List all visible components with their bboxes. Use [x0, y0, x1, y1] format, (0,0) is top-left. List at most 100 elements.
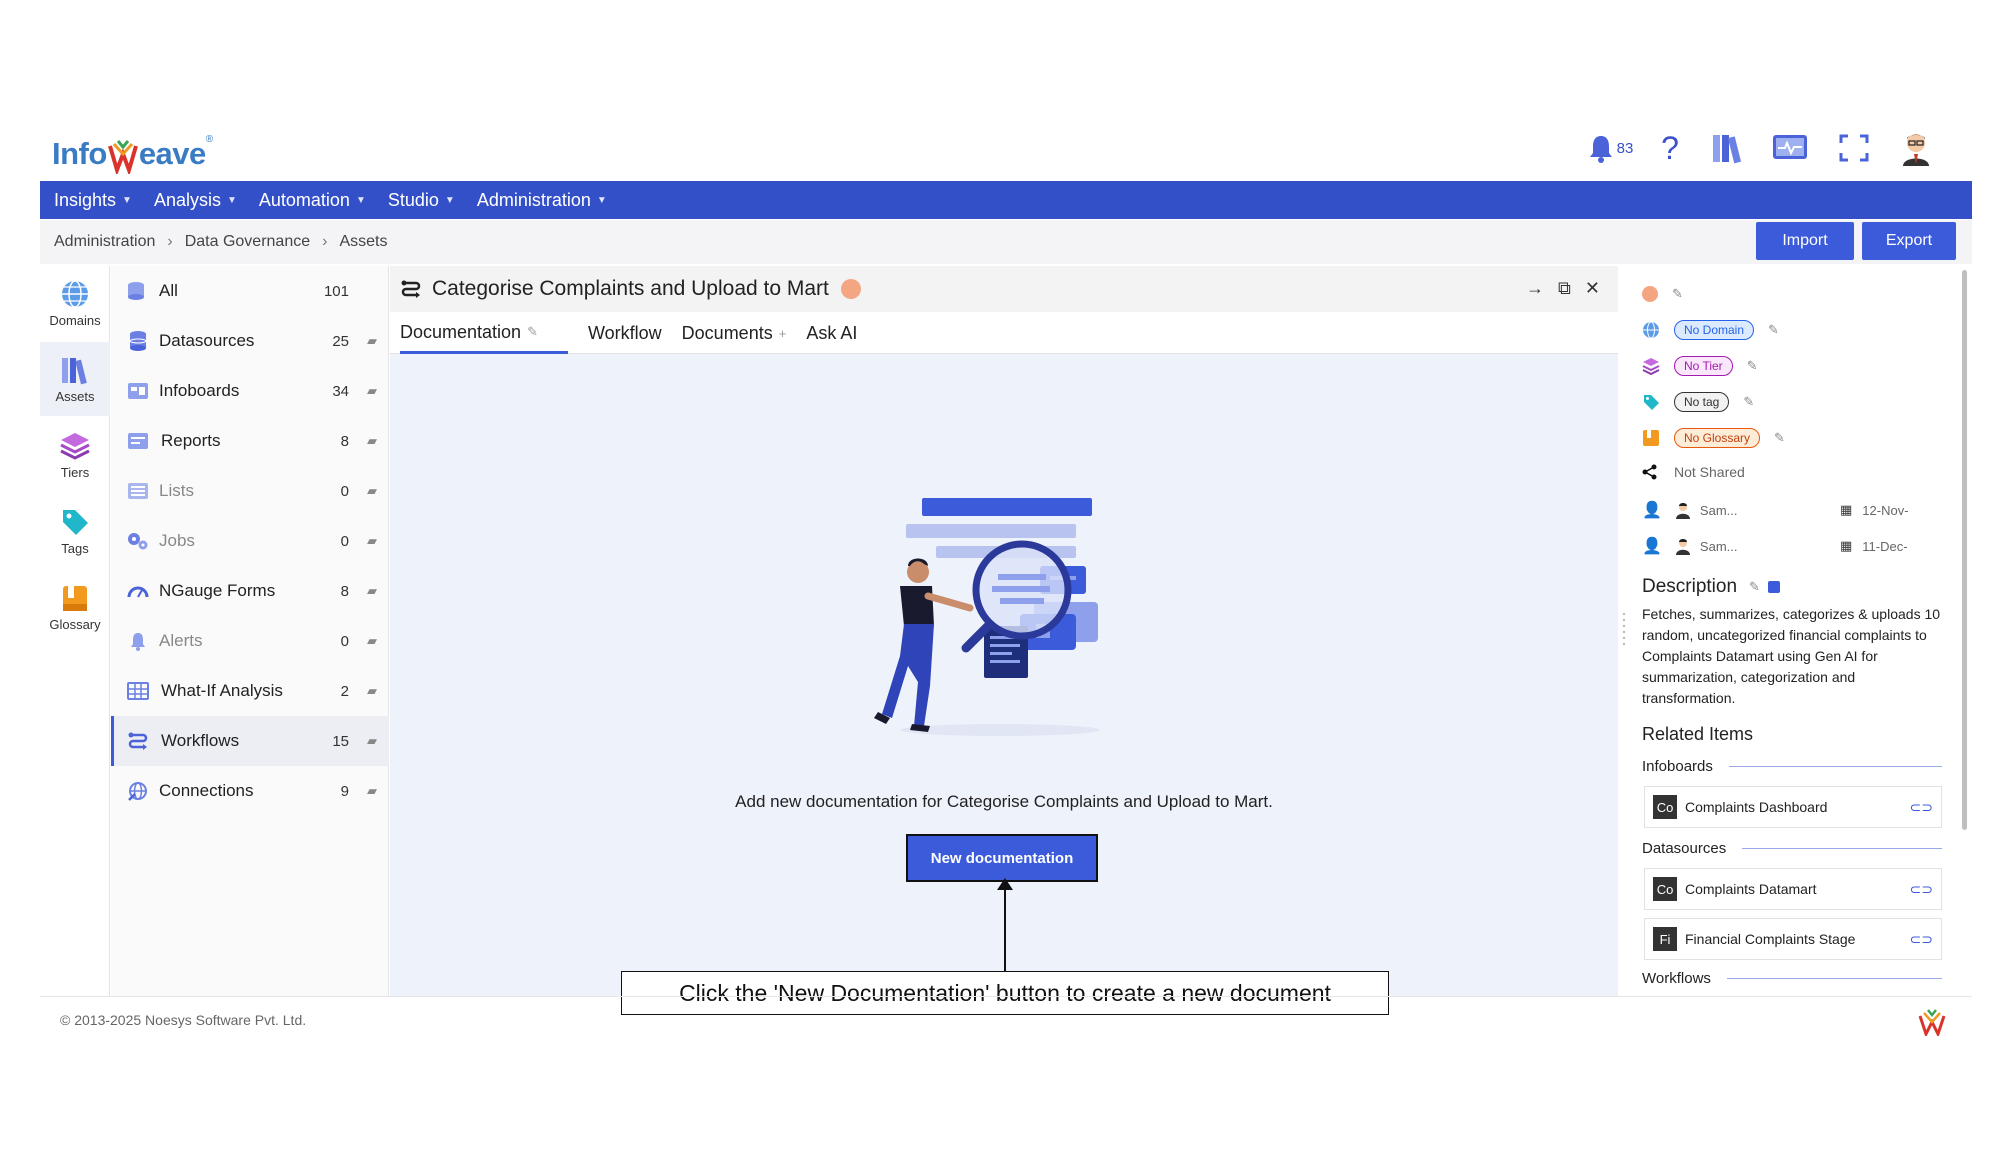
panel-title: Categorise Complaints and Upload to Mart [432, 277, 829, 300]
annotation-arrow-head [997, 878, 1013, 890]
description-heading: Description ✎ [1642, 576, 1780, 598]
item-badge: Fi [1653, 927, 1677, 951]
folder-icon[interactable]: ▰ [367, 433, 377, 449]
folder-icon[interactable]: ▰ [367, 383, 377, 399]
nav-insights[interactable]: Insights ▼ [54, 190, 132, 211]
pencil-icon[interactable]: ✎ [1743, 394, 1754, 410]
folder-icon[interactable]: ▰ [367, 633, 377, 649]
grid-table-icon [125, 682, 151, 700]
arrow-right-icon[interactable]: → [1526, 278, 1544, 299]
related-item-card[interactable]: Fi Financial Complaints Stage ⊂⊃ [1644, 918, 1942, 960]
logo-w-mark [107, 140, 138, 174]
asset-type-all[interactable]: All 101 [111, 266, 389, 316]
notifications-button[interactable]: 83 [1580, 128, 1640, 168]
infoveave-logo[interactable]: Info eave ® [52, 128, 213, 174]
tag-pill[interactable]: No tag [1674, 392, 1730, 412]
properties-scrollbar[interactable] [1962, 270, 1967, 830]
asset-type-datasources[interactable]: Datasources 25 ▰ [111, 316, 389, 366]
tier-pill[interactable]: No Tier [1674, 356, 1733, 376]
tab-workflow[interactable]: Workflow [588, 313, 662, 352]
link-icon[interactable]: ⊂⊃ [1910, 881, 1933, 898]
user-avatar[interactable] [1894, 128, 1938, 168]
nav-analysis[interactable]: Analysis ▼ [154, 190, 237, 211]
asset-type-workflows[interactable]: Workflows 15 ▰ [111, 716, 389, 766]
status-row: ✎ [1642, 286, 1683, 302]
rail-glossary[interactable]: Glossary [40, 570, 110, 644]
breadcrumb-assets[interactable]: Assets [339, 233, 387, 251]
user-add-icon: 👤 [1642, 502, 1662, 519]
open-external-icon[interactable]: ⧉ [1558, 278, 1571, 299]
asset-type-ngauge-forms[interactable]: NGauge Forms 8 ▰ [111, 566, 389, 616]
breadcrumb-data-governance[interactable]: Data Governance [185, 233, 310, 251]
asset-type-jobs[interactable]: Jobs 0 ▰ [111, 516, 389, 566]
globe-icon [1643, 321, 1659, 339]
item-badge: Co [1653, 877, 1677, 901]
folder-icon[interactable]: ▰ [367, 483, 377, 499]
layers-icon [60, 432, 90, 460]
folder-icon[interactable]: ▰ [367, 733, 377, 749]
link-icon[interactable]: ⊂⊃ [1910, 931, 1933, 948]
panel-header: Categorise Complaints and Upload to Mart… [390, 266, 1618, 312]
nav-studio[interactable]: Studio ▼ [388, 190, 455, 211]
fullscreen-icon [1839, 134, 1869, 162]
rail-tags[interactable]: Tags [40, 494, 110, 568]
import-button[interactable]: Import [1756, 222, 1854, 260]
related-item-card[interactable]: Co Complaints Datamart ⊂⊃ [1644, 868, 1942, 910]
tab-ask-ai[interactable]: Ask AI [806, 313, 857, 352]
pencil-icon[interactable]: ✎ [1774, 430, 1785, 446]
glossary-pill[interactable]: No Glossary [1674, 428, 1761, 448]
folder-icon[interactable]: ▰ [367, 533, 377, 549]
asset-type-list: All 101 Datasources 25 ▰ Infoboards 34 ▰… [111, 266, 389, 996]
domain-pill[interactable]: No Domain [1674, 320, 1755, 340]
new-documentation-button[interactable]: New documentation [906, 834, 1098, 882]
asset-type-lists[interactable]: Lists 0 ▰ [111, 466, 389, 516]
footer-divider [40, 996, 1972, 997]
domain-row: No Domain ✎ [1642, 320, 1779, 340]
documentation-illustration [874, 498, 1100, 736]
fullscreen-button[interactable] [1834, 128, 1874, 168]
gauge-icon [125, 583, 151, 599]
plus-icon: + [778, 326, 787, 341]
tab-documents[interactable]: Documents + [682, 313, 787, 352]
nav-administration[interactable]: Administration ▼ [477, 190, 607, 211]
folder-icon[interactable]: ▰ [367, 583, 377, 599]
breadcrumb: Administration › Data Governance › Asset… [40, 220, 1972, 264]
asset-type-reports[interactable]: Reports 8 ▰ [111, 416, 389, 466]
rail-domains[interactable]: Domains [40, 266, 110, 340]
asset-type-what-if-analysis[interactable]: What-If Analysis 2 ▰ [111, 666, 389, 716]
folder-icon[interactable]: ▰ [367, 783, 377, 799]
related-workflows-label: Workflows [1642, 970, 1942, 987]
related-item-card[interactable]: Co Complaints Dashboard ⊂⊃ [1644, 786, 1942, 828]
created-on: 12-Nov- [1862, 502, 1909, 518]
breadcrumb-administration[interactable]: Administration [54, 233, 155, 251]
infoveave-mark-icon [1918, 1009, 1946, 1036]
asset-type-alerts[interactable]: Alerts 0 ▰ [111, 616, 389, 666]
export-button[interactable]: Export [1862, 222, 1956, 260]
governance-rail: Domains Assets Tiers Tags Glossary [40, 266, 110, 996]
close-icon[interactable]: ✕ [1585, 278, 1600, 299]
tab-documentation[interactable]: Documentation ✎ [400, 312, 568, 354]
user-avatar-icon [1675, 503, 1690, 519]
pencil-icon[interactable]: ✎ [1672, 286, 1683, 302]
asset-type-connections[interactable]: Connections 9 ▰ [111, 766, 389, 816]
asset-type-infoboards[interactable]: Infoboards 34 ▰ [111, 366, 389, 416]
nav-automation[interactable]: Automation ▼ [259, 190, 366, 211]
pencil-icon[interactable]: ✎ [1768, 322, 1779, 338]
pencil-icon[interactable]: ✎ [1747, 358, 1758, 374]
link-icon[interactable]: ⊂⊃ [1910, 799, 1933, 816]
ai-icon[interactable] [1767, 581, 1780, 593]
pencil-icon: ✎ [527, 324, 538, 339]
pencil-icon[interactable]: ✎ [1749, 579, 1760, 595]
folder-icon[interactable]: ▰ [367, 683, 377, 699]
annotation-callout: Click the 'New Documentation' button to … [621, 971, 1389, 1015]
panel-resize-handle[interactable] [1622, 610, 1626, 654]
rail-tiers[interactable]: Tiers [40, 418, 110, 492]
help-button[interactable]: ? [1652, 128, 1688, 168]
folder-icon[interactable]: ▰ [367, 333, 377, 349]
chevron-right-icon: › [322, 233, 328, 250]
library-button[interactable] [1708, 128, 1748, 168]
rail-assets[interactable]: Assets [40, 342, 110, 416]
monitor-button[interactable] [1770, 128, 1810, 168]
chevron-down-icon: ▼ [444, 194, 455, 206]
created-row: 👤 Sam... ▦ 12-Nov- [1642, 500, 1909, 520]
